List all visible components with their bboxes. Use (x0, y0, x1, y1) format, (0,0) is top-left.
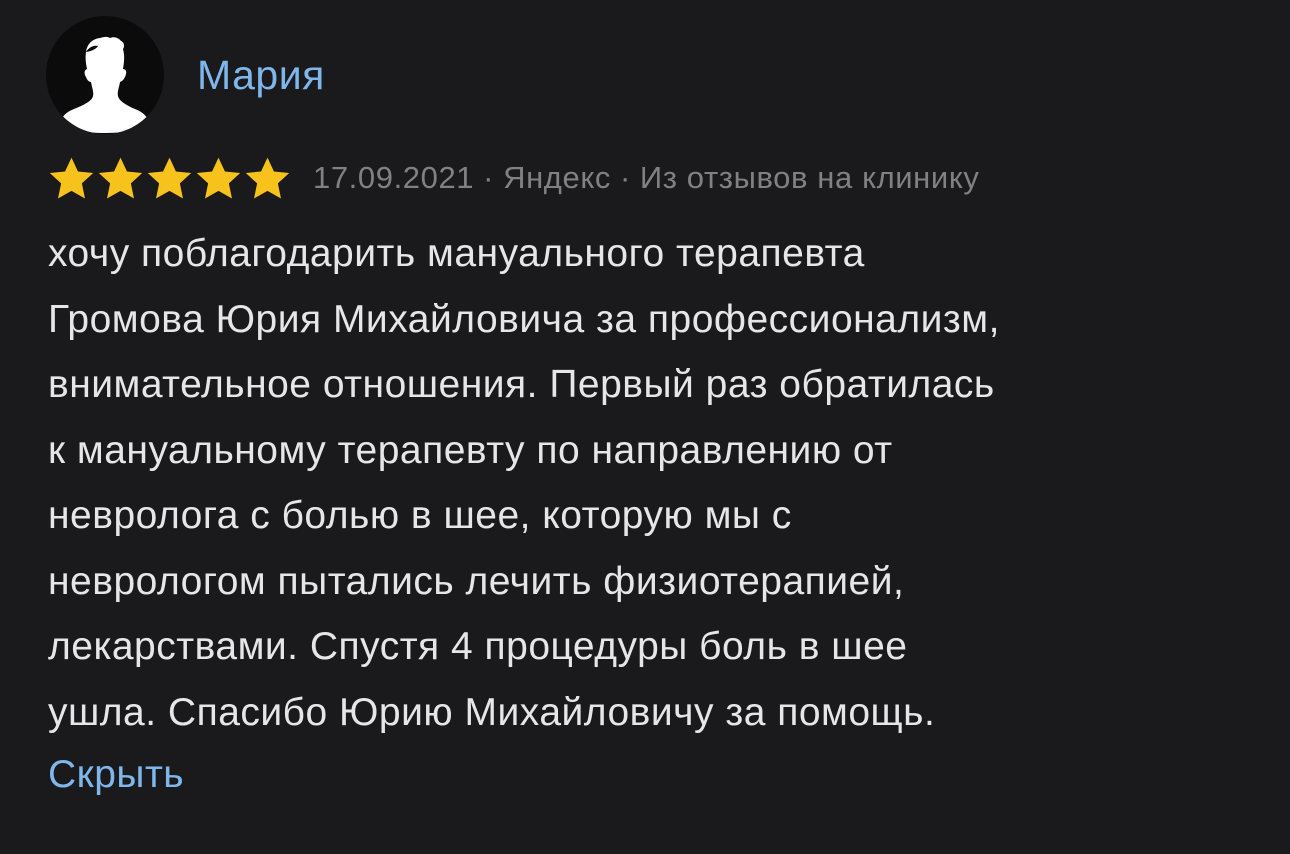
review-text-line: ушла. Спасибо Юрию Михайловичу за помощь… (48, 690, 936, 734)
review-text-line: неврологом пытались лечить физиотерапией… (48, 559, 905, 603)
review-text-line: к мануальному терапевту по направлению о… (48, 428, 893, 472)
star-icon (147, 157, 192, 198)
review-origin: Из отзывов на клинику (639, 160, 980, 195)
review-card: Мария 17.09.2021 · Яндекс · Из отзывов на кл… (0, 0, 1290, 854)
review-date: 17.09.2021 (313, 160, 475, 195)
meta-separator: · (619, 160, 631, 195)
star-icon (196, 157, 241, 198)
star-icon (98, 157, 143, 198)
review-text-line: внимательное отношения. Первый раз обрат… (48, 363, 995, 406)
avatar[interactable] (46, 16, 164, 134)
author-name[interactable]: Мария (197, 50, 325, 100)
review-meta: 17.09.2021 · Яндекс · Из отзывов на клинику (48, 155, 979, 201)
review-text-line: хочу поблагодарить мануального терапевта (48, 232, 865, 275)
review-text-line: лекарствами. Спустя 4 процедуры боль в ш… (48, 625, 908, 668)
star-icon (49, 157, 94, 198)
review-source: Яндекс (503, 160, 611, 195)
review-text-line: Громова Юрия Михайловича за профессионал… (48, 297, 1000, 341)
collapse-review-link[interactable]: Скрыть (48, 744, 184, 806)
meta-separator: · (483, 160, 495, 195)
review-text: хочу поблагодарить мануального терапевта… (48, 221, 1263, 745)
review-text-line: невролога с болью в шее, которую мы с (48, 494, 792, 537)
review-meta-text: 17.09.2021 · Яндекс · Из отзывов на клинику (313, 158, 979, 198)
star-icon (245, 157, 290, 198)
person-silhouette-icon (60, 36, 150, 133)
star-rating (48, 156, 291, 201)
